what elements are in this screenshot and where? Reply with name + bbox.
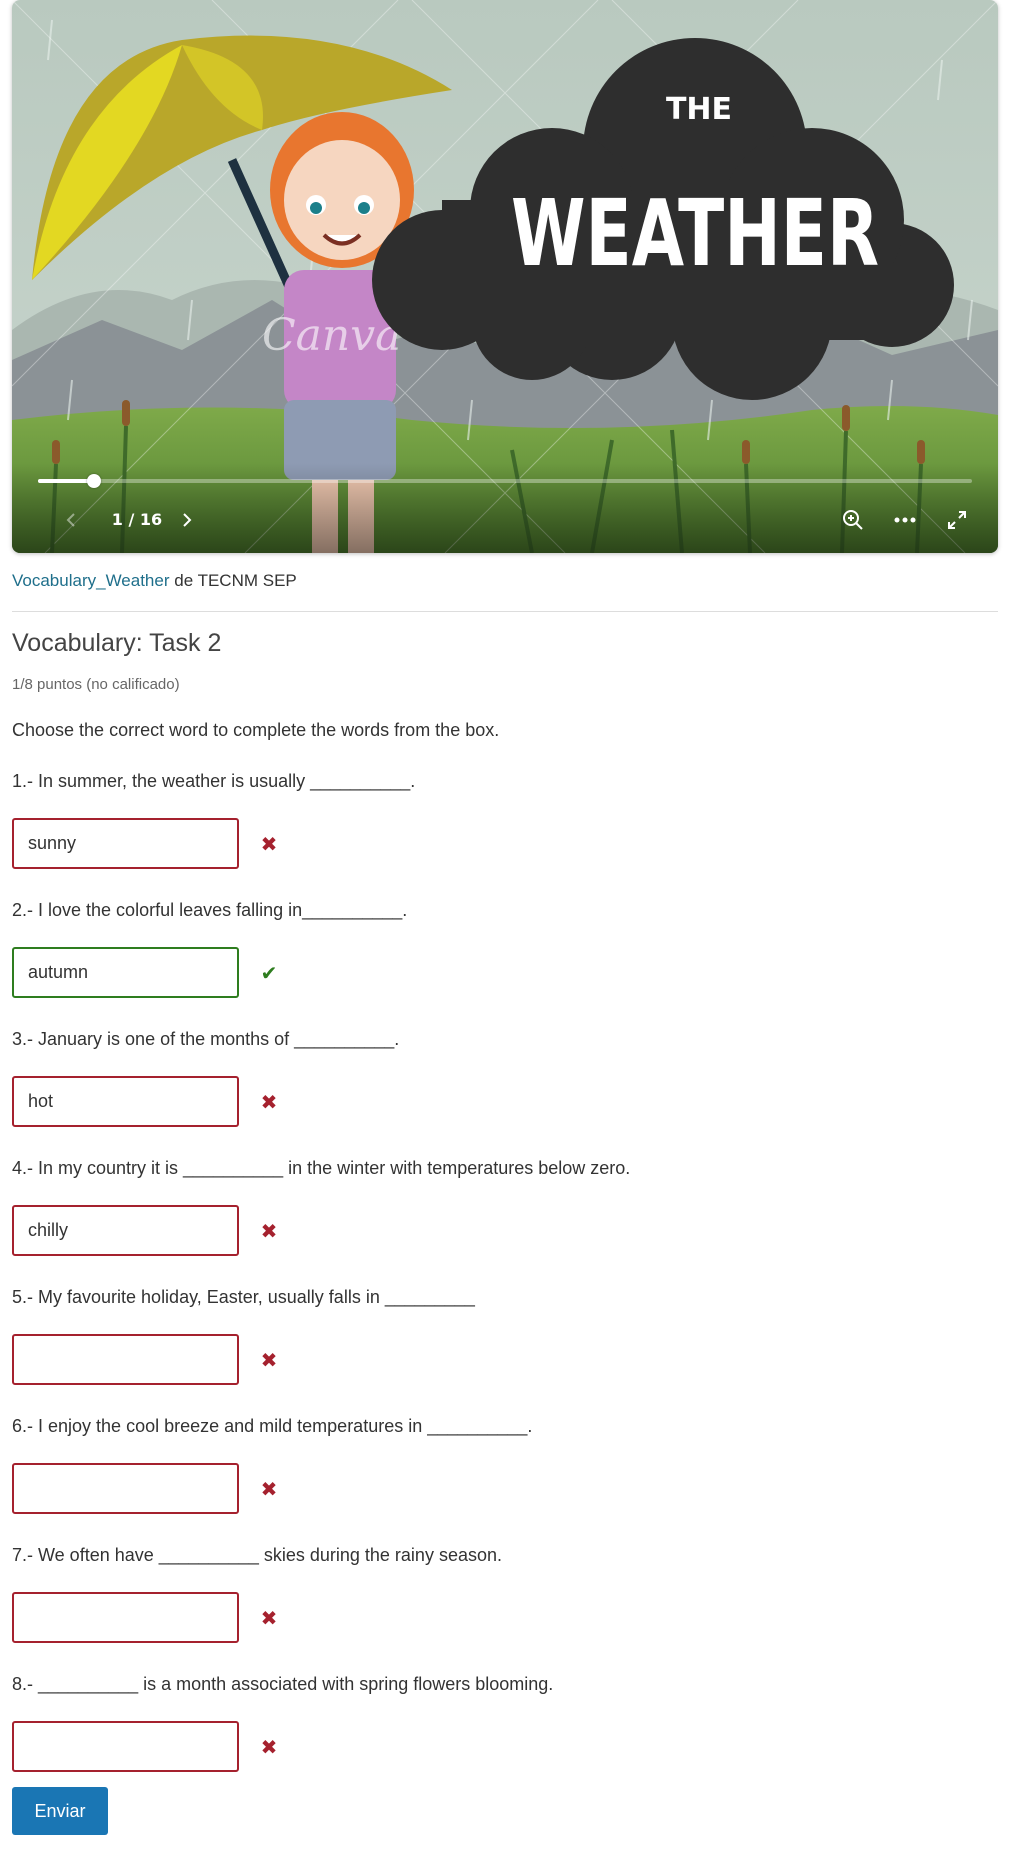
incorrect-icon: ✖ [260, 1089, 278, 1114]
attribution-author: de TECNM SEP [169, 571, 297, 590]
answer-input-6[interactable] [12, 1463, 239, 1514]
question-8: 8.- __________ is a month associated wit… [12, 1672, 992, 1772]
answer-input-2[interactable] [12, 947, 239, 998]
incorrect-icon: ✖ [260, 831, 278, 856]
slide-progress[interactable] [38, 474, 972, 488]
incorrect-icon: ✖ [260, 1218, 278, 1243]
presentation-embed[interactable]: Canva THE WEATHER 1 / 16 [12, 0, 998, 553]
answer-input-3[interactable] [12, 1076, 239, 1127]
quiz-score: 1/8 puntos (no calificado) [12, 676, 180, 693]
incorrect-icon: ✖ [260, 1476, 278, 1501]
slide-progress-fill [38, 479, 95, 483]
answer-input-1[interactable] [12, 818, 239, 869]
slide-progress-thumb[interactable] [87, 474, 102, 488]
divider [12, 611, 998, 612]
incorrect-icon: ✖ [260, 1734, 278, 1759]
question-text: 1.- In summer, the weather is usually __… [12, 771, 416, 791]
fullscreen-button[interactable] [940, 503, 974, 537]
question-7: 7.- We often have __________ skies durin… [12, 1543, 992, 1643]
submit-button[interactable]: Enviar [12, 1787, 108, 1835]
fullscreen-icon [948, 511, 966, 529]
more-options-button[interactable] [888, 503, 922, 537]
svg-text:Canva: Canva [262, 310, 401, 361]
zoom-in-icon [843, 510, 863, 530]
incorrect-icon: ✖ [260, 1347, 278, 1372]
question-6: 6.- I enjoy the cool breeze and mild tem… [12, 1414, 992, 1514]
chevron-left-icon [66, 513, 75, 527]
slide-title-small: THE [666, 92, 732, 127]
answer-input-8[interactable] [12, 1721, 239, 1772]
quiz-instructions: Choose the correct word to complete the … [12, 720, 500, 740]
question-text: 6.- I enjoy the cool breeze and mild tem… [12, 1416, 533, 1436]
chevron-right-icon [183, 513, 192, 527]
incorrect-icon: ✖ [260, 1605, 278, 1630]
question-text: 8.- __________ is a month associated wit… [12, 1674, 554, 1694]
question-2: 2.- I love the colorful leaves falling i… [12, 898, 992, 998]
answer-input-5[interactable] [12, 1334, 239, 1385]
correct-icon: ✔ [260, 960, 278, 985]
question-1: 1.- In summer, the weather is usually __… [12, 769, 992, 869]
question-text: 3.- January is one of the months of ____… [12, 1029, 400, 1049]
next-slide-button[interactable] [172, 505, 202, 535]
quiz-title: Vocabulary: Task 2 [12, 629, 222, 657]
slide-counter: 1 / 16 [111, 510, 163, 529]
answer-input-7[interactable] [12, 1592, 239, 1643]
more-horizontal-icon [894, 517, 916, 523]
presentation-link[interactable]: Vocabulary_Weather [12, 571, 170, 590]
question-text: 7.- We often have __________ skies durin… [12, 1545, 502, 1565]
question-text: 4.- In my country it is __________ in th… [12, 1158, 631, 1178]
question-3: 3.- January is one of the months of ____… [12, 1027, 992, 1127]
answer-input-4[interactable] [12, 1205, 239, 1256]
question-4: 4.- In my country it is __________ in th… [12, 1156, 992, 1256]
attribution: Vocabulary_Weather de TECNM SEP [12, 571, 297, 591]
question-text: 5.- My favourite holiday, Easter, usuall… [12, 1287, 475, 1307]
slide-title-large: WEATHER [511, 180, 879, 287]
question-text: 2.- I love the colorful leaves falling i… [12, 900, 408, 920]
zoom-button[interactable] [836, 503, 870, 537]
prev-slide-button[interactable] [56, 505, 86, 535]
question-5: 5.- My favourite holiday, Easter, usuall… [12, 1285, 992, 1385]
